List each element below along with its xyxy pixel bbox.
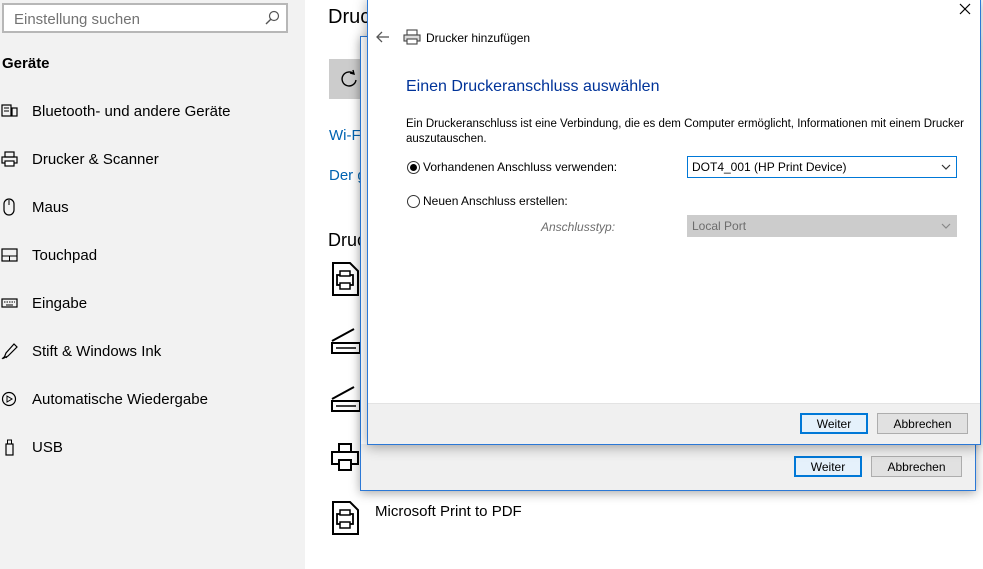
next-button[interactable]: Weiter [800,413,868,434]
pen-icon [1,342,21,360]
add-printer-dialog: Drucker hinzufügen Einen Druckeranschlus… [367,0,981,445]
new-port-label[interactable]: Neuen Anschluss erstellen: [423,194,568,208]
mouse-icon [1,198,21,216]
sidebar-item-pen[interactable]: Stift & Windows Ink [0,337,300,365]
sidebar-item-label: Bluetooth- und andere Geräte [32,102,231,120]
touchpad-icon [1,246,21,264]
search-input[interactable]: Einstellung suchen [14,11,140,28]
network-printer-icon[interactable] [330,442,362,478]
dialog-heading: Einen Druckeranschluss auswählen [406,78,660,95]
existing-port-radio[interactable] [407,161,420,174]
settings-search-box[interactable]: Einstellung suchen [2,3,288,33]
dialog-footer: Weiter Abbrechen [361,444,975,490]
printer-icon [403,29,421,45]
sidebar-item-touchpad[interactable]: Touchpad [0,241,300,269]
dialog-caption: Drucker hinzufügen [426,31,531,45]
sidebar-item-label: Automatische Wiedergabe [32,390,208,408]
dialog-footer: Weiter Abbrechen [368,403,980,444]
new-port-radio[interactable] [407,195,420,208]
page-title: Druc [328,6,371,28]
refresh-icon [341,69,357,87]
sidebar-heading: Geräte [2,55,50,72]
back-arrow-icon[interactable] [376,31,390,43]
chevron-down-icon [941,164,951,170]
cancel-button[interactable]: Abbrechen [877,413,968,434]
wifi-printers-link[interactable]: Wi-F [329,127,361,144]
sidebar-item-label: Eingabe [32,294,88,312]
existing-port-value: DOT4_001 (HP Print Device) [692,160,847,174]
scanner-icon[interactable] [330,383,362,419]
dialog-description: Ein Druckeranschluss ist eine Verbindung… [406,118,965,145]
sidebar-item-usb[interactable]: USB [0,433,300,461]
next-button[interactable]: Weiter [794,456,862,477]
bluetooth-devices-icon [1,102,21,120]
device-label[interactable]: Microsoft Print to PDF [375,503,522,520]
sidebar-item-input[interactable]: Eingabe [0,289,300,317]
port-type-value: Local Port [692,219,747,233]
port-type-select[interactable]: Local Port [687,215,957,237]
printer-icon [1,150,21,168]
scanner-icon[interactable] [330,325,362,361]
close-icon[interactable] [958,2,972,16]
usb-icon [1,438,21,456]
existing-port-select[interactable]: DOT4_001 (HP Print Device) [687,156,957,178]
sidebar-item-label: Drucker & Scanner [32,150,159,168]
settings-sidebar: Einstellung suchen Geräte Bluetooth- und… [0,0,305,569]
sidebar-item-printers[interactable]: Drucker & Scanner [0,145,300,173]
port-type-label: Anschlusstyp: [541,220,616,234]
sidebar-item-autoplay[interactable]: Automatische Wiedergabe [0,385,300,413]
autoplay-icon [1,390,21,408]
existing-port-label[interactable]: Vorhandenen Anschluss verwenden: [423,160,617,174]
pdf-printer-icon[interactable] [330,500,362,536]
sidebar-item-bluetooth[interactable]: Bluetooth- und andere Geräte [0,97,300,125]
sidebar-item-label: USB [32,438,63,456]
keyboard-icon [1,294,21,312]
sidebar-item-label: Stift & Windows Ink [32,342,162,360]
search-icon[interactable] [264,10,280,26]
sidebar-item-label: Maus [32,198,69,216]
fax-printer-icon[interactable] [330,261,362,297]
chevron-down-icon [941,223,951,229]
cancel-button[interactable]: Abbrechen [871,456,962,477]
sidebar-item-label: Touchpad [32,246,98,264]
sidebar-item-mouse[interactable]: Maus [0,193,300,221]
